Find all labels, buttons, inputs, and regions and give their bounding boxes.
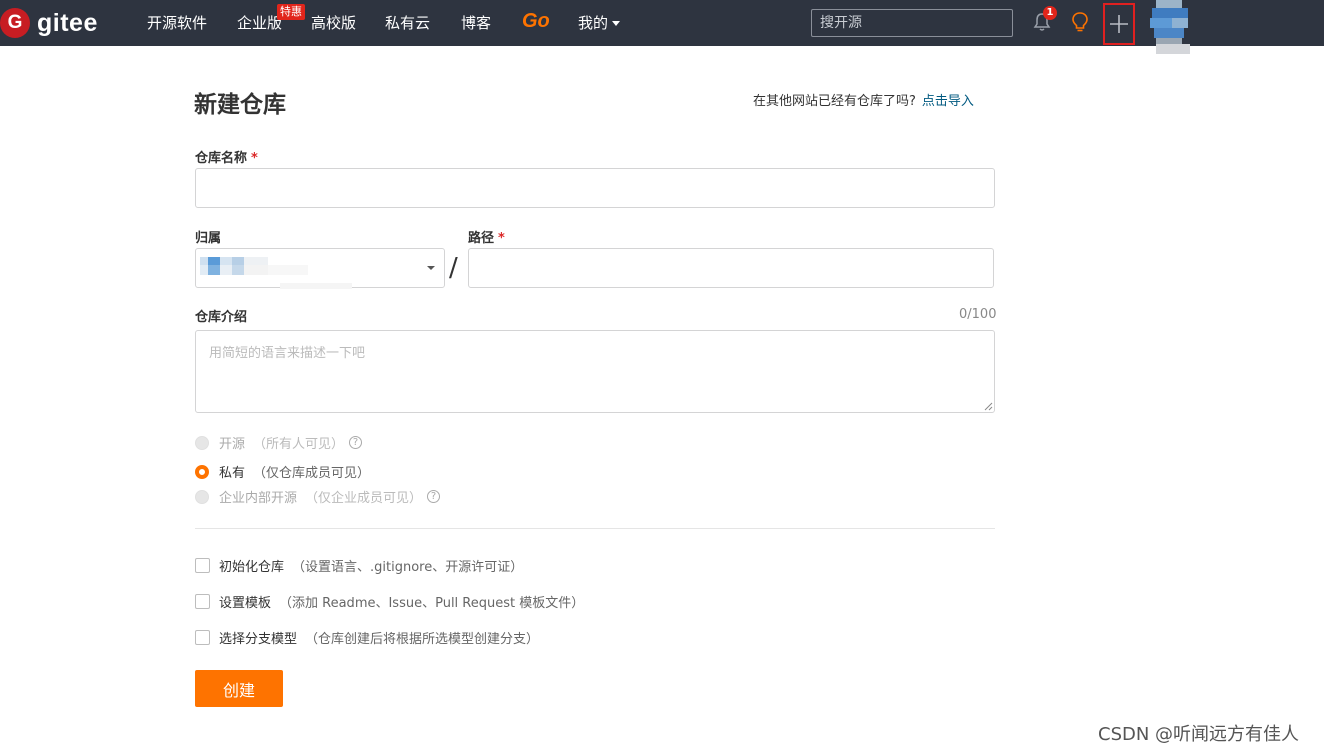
gitee-logo[interactable]: G gitee	[0, 7, 98, 39]
section-divider	[195, 528, 995, 529]
nav-blog[interactable]: 博客	[461, 13, 491, 33]
option-branch-model[interactable]: 选择分支模型 （仓库创建后将根据所选模型创建分支）	[195, 628, 539, 647]
checkbox[interactable]	[195, 594, 210, 609]
logo-text: gitee	[37, 8, 98, 37]
repo-name-label-text: 仓库名称	[195, 151, 248, 166]
radio-button[interactable]	[195, 435, 209, 450]
resize-grip-icon[interactable]	[984, 402, 993, 411]
checkbox-label: 设置模板	[219, 596, 272, 611]
nav-enterprise[interactable]: 企业版	[237, 13, 282, 33]
owner-avatar-pixelated	[200, 257, 352, 289]
path-input[interactable]	[468, 248, 994, 288]
nav-open-source[interactable]: 开源软件	[147, 13, 207, 33]
import-prompt: 在其他网站已经有仓库了吗? 点击导入	[753, 90, 974, 109]
required-mark: *	[498, 231, 505, 246]
visibility-private[interactable]: 私有 （仅仓库成员可见）	[195, 462, 370, 481]
description-counter: 0/100	[959, 307, 997, 322]
nav-go[interactable]: Go	[522, 10, 550, 33]
checkbox[interactable]	[195, 630, 210, 645]
import-link[interactable]: 点击导入	[922, 94, 974, 109]
option-init-repo[interactable]: 初始化仓库 （设置语言、.gitignore、开源许可证）	[195, 556, 523, 575]
owner-label: 归属	[195, 231, 222, 246]
checkbox-note: （设置语言、.gitignore、开源许可证）	[292, 560, 524, 575]
notification-count-badge: 1	[1043, 6, 1057, 20]
radio-note: （仅企业成员可见）	[305, 491, 423, 506]
idea-button[interactable]	[1067, 8, 1093, 36]
path-label-text: 路径	[468, 231, 495, 246]
import-prompt-text: 在其他网站已经有仓库了吗?	[753, 94, 916, 109]
visibility-open-source[interactable]: 开源 （所有人可见） ?	[195, 433, 363, 452]
radio-label: 开源	[219, 437, 246, 452]
nav-university[interactable]: 高校版	[311, 13, 356, 33]
description-label: 仓库介绍	[195, 310, 248, 325]
create-button[interactable]: 创建	[195, 670, 283, 707]
checkbox-label: 选择分支模型	[219, 632, 298, 647]
path-separator: /	[449, 253, 458, 283]
help-icon[interactable]: ?	[349, 436, 363, 449]
repo-name-input[interactable]	[195, 168, 995, 208]
required-mark: *	[251, 151, 258, 166]
radio-note: （所有人可见）	[253, 437, 345, 452]
chevron-down-icon	[427, 266, 435, 270]
gitee-logo-icon: G	[0, 8, 30, 38]
page-title: 新建仓库	[194, 92, 286, 118]
checkbox-note: （仓库创建后将根据所选模型创建分支）	[305, 632, 540, 647]
watermark: CSDN @听闻远方有佳人	[1098, 724, 1300, 745]
checkbox-label: 初始化仓库	[219, 560, 285, 575]
owner-select[interactable]	[195, 248, 445, 289]
search-input[interactable]: 搜开源	[811, 9, 1013, 37]
path-label: 路径 *	[468, 227, 505, 246]
repo-name-label: 仓库名称 *	[195, 147, 258, 166]
radio-label: 企业内部开源	[219, 491, 298, 506]
option-set-template[interactable]: 设置模板 （添加 Readme、Issue、Pull Request 模板文件）	[195, 592, 584, 611]
top-nav-bar: G gitee 开源软件 企业版 特惠 高校版 私有云 博客 Go 我的 搜开源…	[0, 0, 1324, 54]
nav-mine-label: 我的	[578, 14, 609, 32]
radio-button-checked[interactable]	[195, 464, 209, 479]
radio-button[interactable]	[195, 489, 209, 504]
checkbox[interactable]	[195, 558, 210, 573]
checkbox-note: （添加 Readme、Issue、Pull Request 模板文件）	[279, 596, 585, 611]
nav-private-cloud[interactable]: 私有云	[385, 13, 430, 33]
create-new-button[interactable]	[1103, 3, 1135, 45]
lightbulb-icon	[1072, 12, 1088, 32]
special-offer-badge: 特惠	[277, 4, 305, 20]
chevron-down-icon	[612, 21, 621, 26]
description-placeholder: 用简短的语言来描述一下吧	[209, 346, 366, 361]
help-icon[interactable]: ?	[427, 490, 441, 503]
radio-label: 私有	[219, 466, 246, 481]
radio-note: （仅仓库成员可见）	[253, 466, 371, 481]
nav-mine-dropdown[interactable]: 我的	[578, 13, 621, 33]
avatar[interactable]	[1150, 0, 1190, 54]
plus-icon	[1110, 15, 1128, 33]
visibility-enterprise-internal[interactable]: 企业内部开源 （仅企业成员可见） ?	[195, 487, 441, 506]
